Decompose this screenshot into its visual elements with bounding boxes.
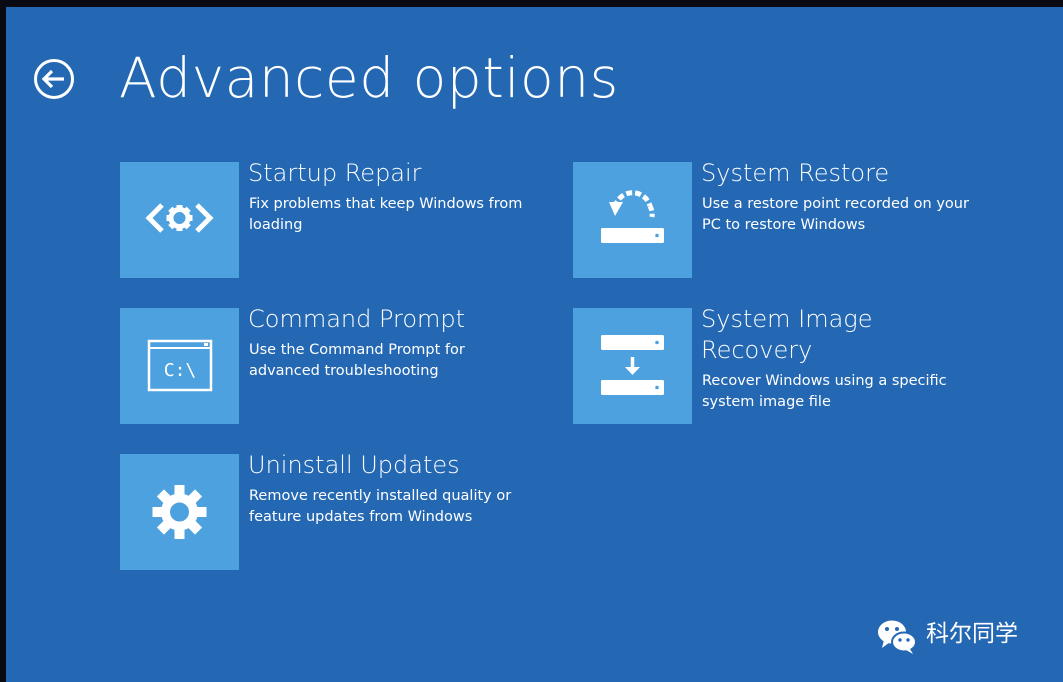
watermark-text: 科尔同学 [926, 621, 1018, 647]
option-startup-repair[interactable]: Startup Repair Fix problems that keep Wi… [120, 159, 550, 280]
option-title: System Image Recovery [701, 305, 873, 364]
option-tile: C:\ [120, 308, 239, 424]
system-image-recovery-icon [601, 335, 664, 395]
gear-icon [152, 485, 207, 539]
command-prompt-icon-label: C:\ [164, 360, 197, 381]
option-description: Use a restore point recorded on your PC … [702, 196, 969, 233]
advanced-options-screen: Advanced options Startup Repair Fix prob… [6, 7, 1063, 682]
option-uninstall-updates[interactable]: Uninstall Updates Remove recently instal… [120, 451, 550, 572]
option-title: Startup Repair [248, 159, 422, 187]
option-title: Command Prompt [248, 305, 466, 333]
option-title: System Restore [701, 159, 890, 187]
back-arrow-icon [34, 59, 74, 99]
system-restore-icon [601, 190, 664, 243]
command-prompt-icon: C:\ [147, 339, 213, 392]
startup-repair-icon [145, 203, 214, 233]
watermark: 科尔同学 [876, 615, 1056, 655]
option-description: Use the Command Prompt for advanced trou… [249, 342, 465, 379]
back-button[interactable] [33, 58, 75, 100]
option-description: Remove recently installed quality or fea… [249, 488, 512, 525]
wechat-icon [878, 620, 917, 654]
option-system-restore[interactable]: System Restore Use a restore point recor… [573, 159, 1003, 280]
option-title: Uninstall Updates [248, 451, 460, 479]
option-tile [573, 308, 692, 424]
page-title: Advanced options [119, 46, 619, 110]
option-tile [573, 162, 692, 278]
option-system-image-recovery[interactable]: System Image Recovery Recover Windows us… [573, 305, 1003, 426]
option-tile [120, 454, 239, 570]
option-description: Fix problems that keep Windows from load… [249, 196, 523, 233]
option-description: Recover Windows using a specific system … [702, 373, 947, 410]
option-tile [120, 162, 239, 278]
option-command-prompt[interactable]: C:\ Command Prompt Use the Command Promp… [120, 305, 550, 426]
